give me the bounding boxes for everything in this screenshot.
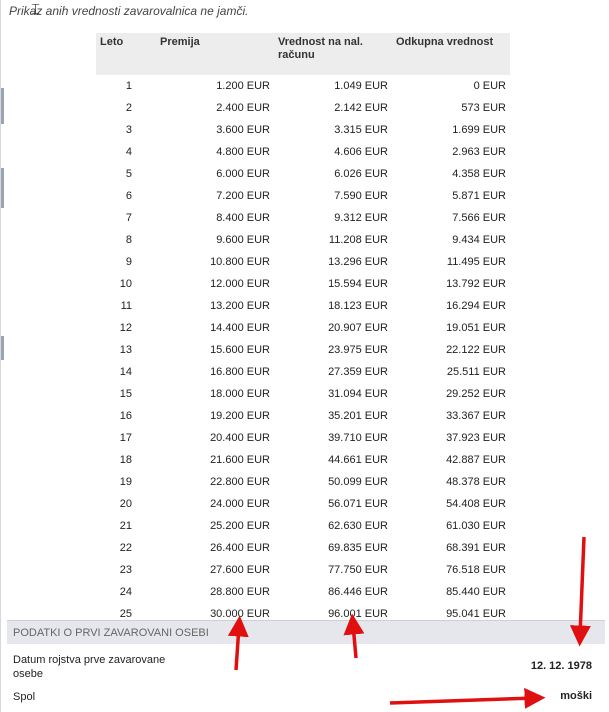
arrow-up-icon [227, 615, 249, 671]
annotation-arrows [227, 536, 591, 709]
arrow-right-icon [389, 687, 546, 709]
arrow-up-icon [343, 613, 365, 659]
arrow-down-icon [569, 536, 591, 647]
